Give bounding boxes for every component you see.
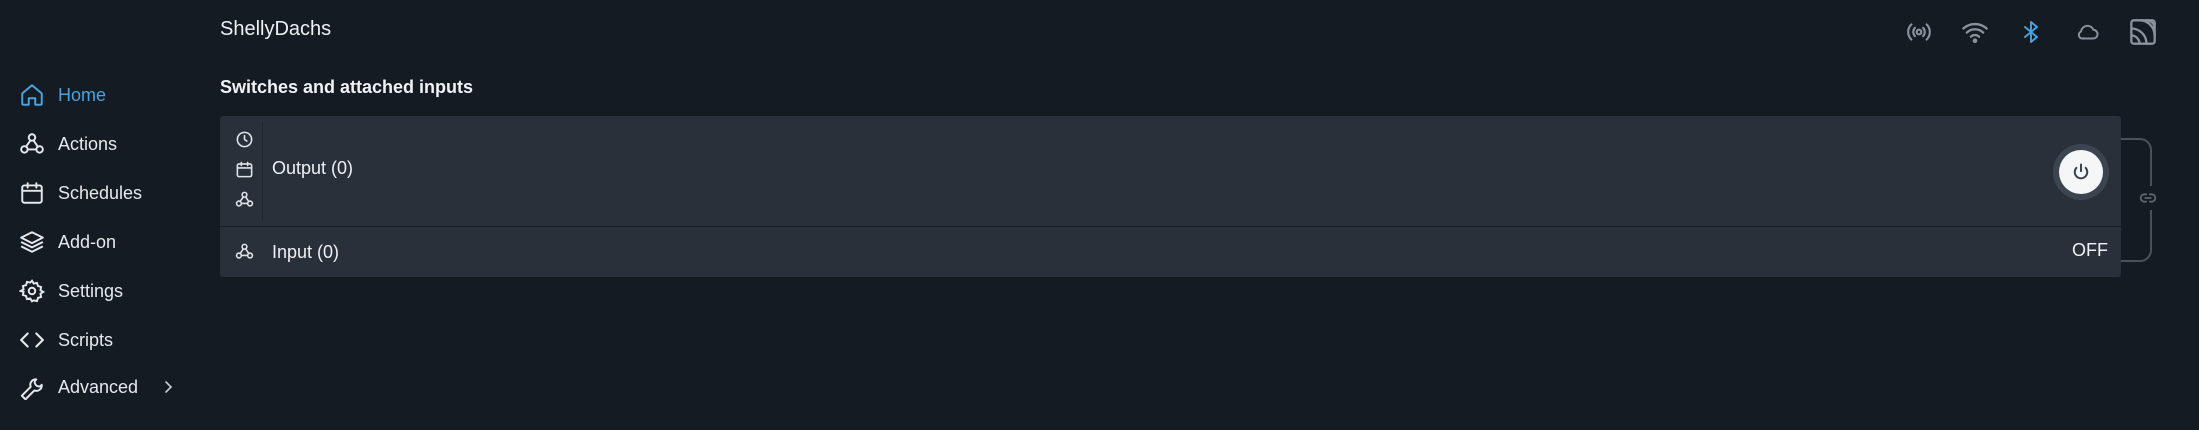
- switch-card: Output (0) Input (0) OFF: [220, 116, 2121, 277]
- webhook-icon: [18, 130, 46, 158]
- sidebar-item-settings[interactable]: Settings: [18, 276, 123, 306]
- sidebar-item-label: Actions: [58, 133, 118, 154]
- calendar-icon: [235, 160, 255, 179]
- input-state: OFF: [2072, 240, 2108, 260]
- sidebar-item-label: Schedules: [58, 182, 143, 203]
- home-icon: [18, 81, 46, 109]
- calendar-icon: [18, 179, 46, 207]
- sidebar-item-schedules[interactable]: Schedules: [18, 178, 142, 208]
- status-icons: [1903, 16, 2159, 48]
- sidebar-item-home[interactable]: Home: [18, 80, 106, 110]
- code-icon: [18, 326, 46, 354]
- gear-icon: [18, 277, 46, 305]
- link-icon: [2137, 187, 2159, 209]
- sidebar-item-label: Scripts: [58, 329, 114, 350]
- indicator-divider: [262, 122, 263, 220]
- sidebar-item-label: Add-on: [58, 231, 117, 252]
- sidebar-item-label: Settings: [58, 280, 124, 301]
- radio-signal-icon[interactable]: [1903, 16, 1935, 48]
- power-button-face: [2059, 150, 2103, 194]
- section-title: Switches and attached inputs: [220, 77, 474, 97]
- clock-icon: [235, 130, 255, 149]
- sidebar-item-label: Home: [58, 84, 107, 105]
- webhook-icon: [235, 190, 255, 209]
- bluetooth-icon[interactable]: [2015, 16, 2047, 48]
- sidebar-item-advanced[interactable]: Advanced: [18, 372, 174, 402]
- output-row[interactable]: Output (0): [220, 116, 2121, 226]
- sidebar-item-label: Advanced: [58, 376, 139, 397]
- device-name: ShellyDachs: [220, 18, 332, 40]
- output-indicators: [235, 130, 255, 209]
- webhook-icon: [235, 242, 254, 261]
- link-button[interactable]: [2135, 186, 2161, 210]
- chevron-right-icon: [162, 380, 174, 394]
- input-label: Input (0): [272, 242, 340, 262]
- wifi-icon[interactable]: [1959, 16, 1991, 48]
- power-icon: [2071, 162, 2091, 182]
- power-button[interactable]: [2053, 144, 2109, 200]
- layers-icon: [18, 228, 46, 256]
- cloud-icon[interactable]: [2071, 16, 2103, 48]
- input-row[interactable]: Input (0) OFF: [220, 227, 2121, 277]
- output-label: Output (0): [272, 158, 354, 178]
- sidebar-item-add-on[interactable]: Add-on: [18, 227, 116, 257]
- sidebar: Home Actions Schedules Add-on Settings S…: [0, 0, 200, 430]
- sidebar-item-actions[interactable]: Actions: [18, 129, 117, 159]
- mqtt-icon[interactable]: [2127, 16, 2159, 48]
- wrench-icon: [18, 373, 46, 401]
- sidebar-item-scripts[interactable]: Scripts: [18, 325, 113, 355]
